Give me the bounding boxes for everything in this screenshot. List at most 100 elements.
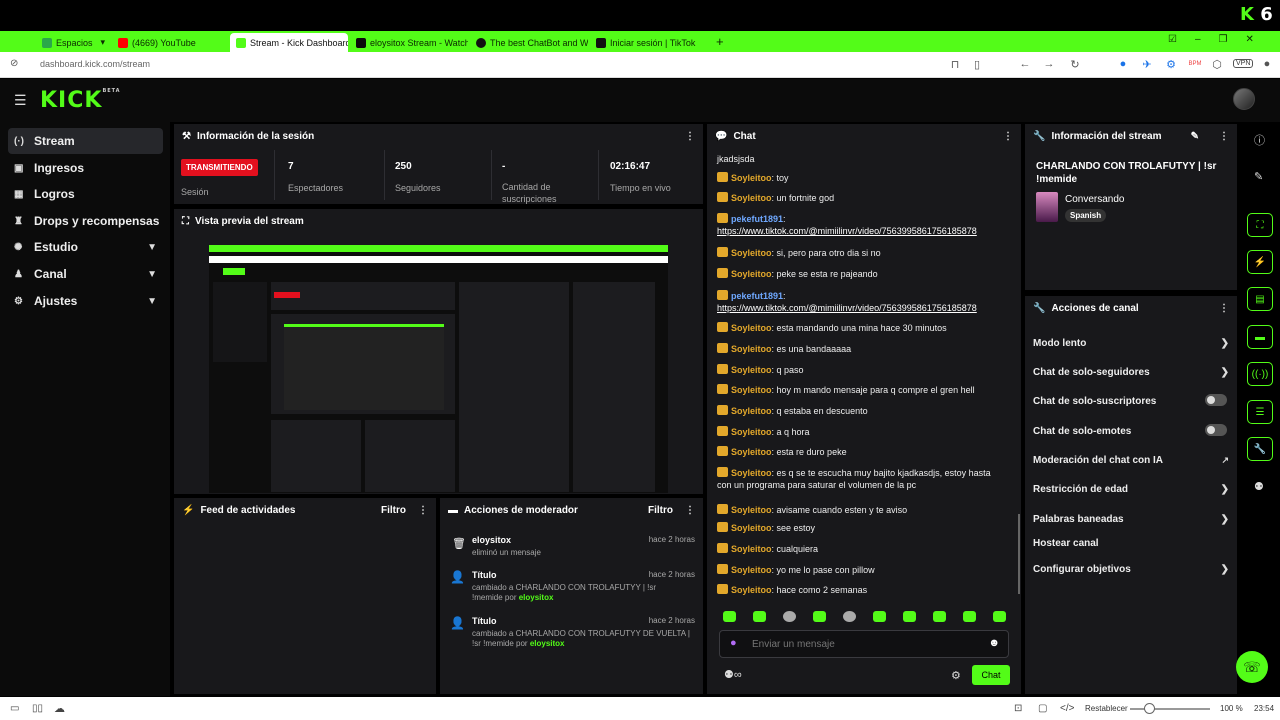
chat-username[interactable]: Soyleitoo xyxy=(731,365,772,375)
integrations-icon[interactable]: ⚉ xyxy=(1254,480,1264,493)
forward-icon[interactable]: → xyxy=(1042,58,1056,70)
emotes-only-toggle[interactable] xyxy=(1205,424,1227,436)
more-options-icon[interactable]: ⋮ xyxy=(685,131,695,142)
pencil-icon[interactable]: ✎ xyxy=(1254,170,1263,183)
microphone-icon[interactable]: ● xyxy=(730,637,737,649)
screen-capture-icon[interactable]: ⛶ xyxy=(1247,213,1273,237)
list-icon[interactable]: ☰ xyxy=(1247,400,1273,424)
tab-chatbot[interactable]: The best ChatBot and Wid xyxy=(470,33,588,52)
sidebar-item-income[interactable]: ▣ Ingresos xyxy=(8,155,163,181)
document-icon[interactable]: ▤ xyxy=(1247,287,1273,311)
sidebar-toggle-icon[interactable]: ▯ xyxy=(970,58,984,71)
extension-icon[interactable]: ● xyxy=(1116,58,1130,70)
back-icon[interactable]: ← xyxy=(1018,58,1032,70)
mod-username-link[interactable]: eloysitox xyxy=(519,593,554,602)
reload-icon[interactable]: ↻ xyxy=(1068,58,1082,71)
info-icon[interactable]: ⓘ xyxy=(1254,132,1265,148)
sidebar-item-achievements[interactable]: ▦ Logros xyxy=(8,181,163,207)
chat-input-box[interactable]: ● ☻ xyxy=(719,630,1009,658)
cloud-icon[interactable]: ☁ xyxy=(54,702,65,715)
chat-username[interactable]: pekefut1891 xyxy=(731,214,783,224)
chat-username[interactable]: Soyleitoo xyxy=(731,468,772,478)
extension-icon[interactable]: ⚙ xyxy=(1164,58,1178,71)
capture-icon[interactable]: ⊡ xyxy=(1014,703,1022,714)
window-controls[interactable]: ☑–❐✕ xyxy=(1168,34,1272,45)
sidebar-item-settings[interactable]: ⚙ Ajustes ▼ xyxy=(8,288,163,314)
filter-button[interactable]: Filtro xyxy=(648,505,673,516)
hamburger-menu-icon[interactable]: ☰ xyxy=(14,92,27,109)
emote-button[interactable] xyxy=(723,611,736,622)
zoom-slider[interactable] xyxy=(1130,708,1210,710)
stream-video[interactable] xyxy=(209,245,668,493)
zoom-slider-handle[interactable] xyxy=(1144,703,1155,714)
sidebar-item-channel[interactable]: ♟ Canal ▼ xyxy=(8,261,163,287)
sidebar-item-drops[interactable]: ♜ Drops y recompensas xyxy=(8,208,163,234)
emote-button[interactable] xyxy=(993,611,1006,622)
chat-username[interactable]: Soyleitoo xyxy=(731,193,772,203)
chat-username[interactable]: Soyleitoo xyxy=(731,173,772,183)
chat-username[interactable]: Soyleitoo xyxy=(731,406,772,416)
emoji-icon[interactable]: ☻ xyxy=(988,637,1000,649)
chat-username[interactable]: Soyleitoo xyxy=(731,544,772,554)
kick-logo[interactable]: KICKBETA xyxy=(40,88,121,113)
more-options-icon[interactable]: ⋮ xyxy=(1219,303,1229,314)
site-info-icon[interactable]: ⊘ xyxy=(10,58,18,69)
user-avatar[interactable] xyxy=(1233,88,1255,110)
lightning-icon[interactable]: ⚡ xyxy=(1247,250,1273,274)
bookmark-icon[interactable]: ⊓ xyxy=(948,58,962,71)
emote-button[interactable] xyxy=(843,611,856,622)
chat-username[interactable]: Soyleitoo xyxy=(731,505,772,515)
chat-link[interactable]: https://www.tiktok.com/@mimiilinvr/video… xyxy=(717,225,1007,237)
action-followers-only[interactable]: Chat de solo-seguidores ❯ xyxy=(1033,367,1229,378)
filter-button[interactable]: Filtro xyxy=(381,505,406,516)
chat-username[interactable]: Soyleitoo xyxy=(731,585,772,595)
chat-username[interactable]: Soyleitoo xyxy=(731,269,772,279)
emote-button[interactable] xyxy=(963,611,976,622)
extension-icon[interactable]: ⬡ xyxy=(1210,58,1224,71)
subscribers-only-toggle[interactable] xyxy=(1205,394,1227,406)
action-banned-words[interactable]: Palabras baneadas ❯ xyxy=(1033,514,1229,525)
emote-button[interactable] xyxy=(813,611,826,622)
url-field[interactable]: dashboard.kick.com/stream xyxy=(40,59,150,69)
more-options-icon[interactable]: ⋮ xyxy=(1219,131,1229,142)
emote-button[interactable] xyxy=(753,611,766,622)
chat-username[interactable]: Soyleitoo xyxy=(731,427,772,437)
sidebar-item-studio[interactable]: ✺ Estudio ▼ xyxy=(8,234,163,260)
action-host-channel[interactable]: Hostear canal xyxy=(1033,538,1223,549)
tab-kick-dashboard[interactable]: Stream - Kick Dashboard xyxy=(230,33,348,52)
emote-button[interactable] xyxy=(783,611,796,622)
emote-button[interactable] xyxy=(903,611,916,622)
action-configure-goals[interactable]: Configurar objetivos ❯ xyxy=(1033,564,1229,575)
broadcast-icon[interactable]: ((·)) xyxy=(1247,362,1273,386)
extension-icon[interactable]: ✈ xyxy=(1140,58,1154,71)
code-icon[interactable]: </> xyxy=(1060,703,1074,714)
chat-icon[interactable]: ▬ xyxy=(1247,325,1273,349)
extension-icon[interactable]: BPM xyxy=(1188,61,1202,67)
chat-send-button[interactable]: Chat xyxy=(972,665,1010,685)
profile-icon[interactable]: ● xyxy=(1260,58,1274,70)
tab-eloysitox-stream[interactable]: eloysitox Stream - Watch L xyxy=(350,33,468,52)
new-tab-button[interactable]: + xyxy=(716,34,724,49)
more-options-icon[interactable]: ⋮ xyxy=(1003,131,1013,142)
wrench-icon[interactable]: 🔧 xyxy=(1247,437,1273,461)
sidebar-item-stream[interactable]: (·) Stream xyxy=(8,128,163,154)
chat-message-input[interactable] xyxy=(752,637,972,651)
panel-toggle-icon[interactable]: ▭ xyxy=(10,703,19,714)
more-options-icon[interactable]: ⋮ xyxy=(418,505,428,516)
emote-button[interactable] xyxy=(873,611,886,622)
support-chat-icon[interactable]: ☏ xyxy=(1236,651,1268,683)
tab-spaces[interactable]: Espacios ▾ xyxy=(36,33,116,52)
chat-scrollbar[interactable] xyxy=(1018,514,1020,594)
chat-tools-icon[interactable]: ⚉∞ xyxy=(724,668,742,681)
chat-username[interactable]: Soyleitoo xyxy=(731,344,772,354)
chat-username[interactable]: Soyleitoo xyxy=(731,248,772,258)
mod-username-link[interactable]: eloysitox xyxy=(530,639,565,648)
action-ai-moderation[interactable]: Moderación del chat con IA ↗ xyxy=(1033,455,1229,466)
tab-youtube[interactable]: (4669) YouTube xyxy=(112,33,230,52)
vpn-badge[interactable]: VPN xyxy=(1233,59,1254,68)
edit-icon[interactable]: ✎ xyxy=(1191,131,1199,142)
chat-settings-icon[interactable]: ⚙ xyxy=(951,669,961,682)
pause-icon[interactable]: ▯▯ xyxy=(32,703,43,714)
action-age-restriction[interactable]: Restricción de edad ❯ xyxy=(1033,484,1229,495)
action-slow-mode[interactable]: Modo lento ❯ xyxy=(1033,338,1229,349)
